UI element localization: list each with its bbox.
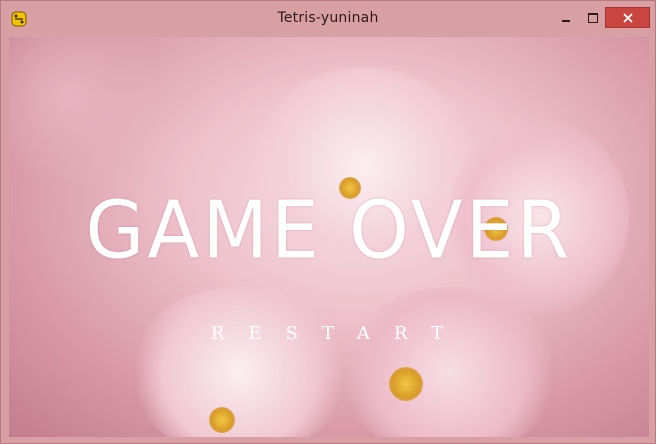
game-over-heading: GAME OVER [85,182,573,277]
maximize-icon [587,12,598,23]
game-window: Tetris-yuninah GAME OVER RESTART [0,0,656,444]
restart-button[interactable]: RESTART [9,323,649,344]
game-canvas[interactable]: GAME OVER RESTART [9,37,649,437]
close-button[interactable] [605,7,650,28]
maximize-button[interactable] [579,7,606,28]
title-bar[interactable]: Tetris-yuninah [1,1,655,37]
close-icon [622,12,633,23]
minimize-icon [561,20,570,22]
minimize-button[interactable] [552,7,579,28]
